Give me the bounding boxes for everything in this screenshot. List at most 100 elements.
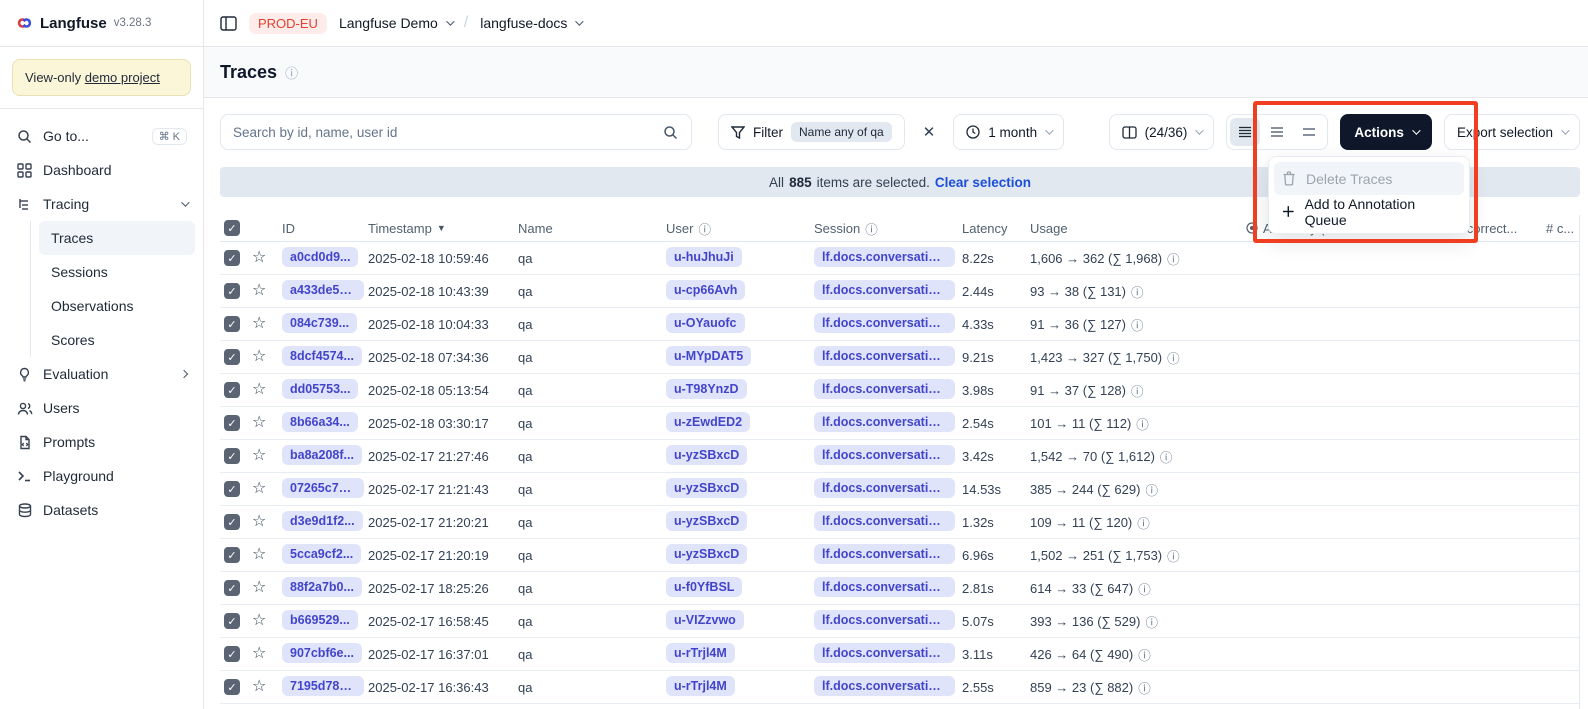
row-checkbox[interactable]: ✓ [224,481,240,497]
view-only-project-link[interactable]: demo project [85,70,160,85]
trace-id-badge[interactable]: 8b66a34... [282,412,358,432]
bookmark-star-icon[interactable]: ☆ [252,646,266,662]
bookmark-star-icon[interactable]: ☆ [252,448,266,464]
goto-search[interactable]: Go to... ⌘ K [8,119,195,153]
bookmark-star-icon[interactable]: ☆ [252,349,266,365]
user-badge[interactable]: u-rTrjl4M [666,643,735,663]
menu-item-add-to-annotation-queue[interactable]: Add to Annotation Queue [1274,195,1464,228]
filter-button[interactable]: Filter Name any of qa [718,114,905,150]
clear-selection-link[interactable]: Clear selection [935,175,1031,190]
row-checkbox[interactable]: ✓ [224,679,240,695]
bookmark-star-icon[interactable]: ☆ [252,580,266,596]
session-badge[interactable]: lf.docs.conversation... [814,247,955,267]
column-visibility-button[interactable]: (24/36) [1109,114,1215,150]
select-all-checkbox[interactable]: ✓ [224,220,240,236]
trace-id-badge[interactable]: 907cbf6e... [282,643,362,663]
info-icon[interactable]: ⓘ [1131,282,1144,301]
info-icon[interactable]: ⓘ [1131,315,1144,334]
user-badge[interactable]: u-T98YnzD [666,379,747,399]
user-badge[interactable]: u-yzSBxcD [666,511,747,531]
row-checkbox[interactable]: ✓ [224,613,240,629]
info-icon[interactable]: ⓘ [1131,381,1144,400]
bookmark-star-icon[interactable]: ☆ [252,679,266,695]
bookmark-star-icon[interactable]: ☆ [252,316,266,332]
user-badge[interactable]: u-yzSBxcD [666,478,747,498]
user-badge[interactable]: u-cp66Avh [666,280,745,300]
trace-id-badge[interactable]: ba8a208f... [282,445,362,465]
session-badge[interactable]: lf.docs.conversation... [814,478,955,498]
sidebar-item-dashboard[interactable]: Dashboard [8,153,195,187]
session-badge[interactable]: lf.docs.conversation... [814,412,955,432]
trace-id-badge[interactable]: 084c739... [282,313,357,333]
bookmark-star-icon[interactable]: ☆ [252,415,266,431]
row-checkbox[interactable]: ✓ [224,514,240,530]
row-checkbox[interactable]: ✓ [224,580,240,596]
project-switcher[interactable]: langfuse-docs [480,15,581,31]
session-badge[interactable]: lf.docs.conversation... [814,445,955,465]
sidebar-item-datasets[interactable]: Datasets [8,493,195,527]
bookmark-star-icon[interactable]: ☆ [252,514,266,530]
user-badge[interactable]: u-f0YfBSL [666,577,742,597]
row-height-large-button[interactable] [1294,118,1324,146]
row-checkbox[interactable]: ✓ [224,547,240,563]
org-switcher[interactable]: Langfuse Demo [339,15,452,31]
sidebar-item-sessions[interactable]: Sessions [39,255,195,289]
trace-id-badge[interactable]: dd05753... [282,379,358,399]
sidebar-toggle-icon[interactable] [220,15,237,32]
row-checkbox[interactable]: ✓ [224,646,240,662]
bookmark-star-icon[interactable]: ☆ [252,250,266,266]
session-badge[interactable]: lf.docs.conversation.... [814,643,955,663]
info-icon[interactable]: ⓘ [1138,678,1151,697]
session-badge[interactable]: lf.docs.conversation... [814,313,955,333]
search-icon[interactable] [662,124,679,141]
row-checkbox[interactable]: ✓ [224,250,240,266]
user-badge[interactable]: u-yzSBxcD [666,544,747,564]
actions-button[interactable]: Actions [1340,114,1432,150]
row-height-medium-button[interactable] [1262,118,1292,146]
session-badge[interactable]: lf.docs.conversation... [814,577,955,597]
search-box[interactable] [220,114,692,150]
sidebar-item-prompts[interactable]: Prompts [8,425,195,459]
trace-id-badge[interactable]: 88f2a7b0... [282,577,362,597]
sidebar-item-scores[interactable]: Scores [39,323,195,357]
info-icon[interactable]: ⓘ [1136,414,1149,433]
menu-item-delete-traces[interactable]: Delete Traces [1274,162,1464,195]
trace-id-badge[interactable]: 5cca9cf2... [282,544,361,564]
sidebar-item-tracing[interactable]: Tracing [8,187,195,221]
bookmark-star-icon[interactable]: ☆ [252,481,266,497]
sidebar-item-evaluation[interactable]: Evaluation [8,357,195,391]
bookmark-star-icon[interactable]: ☆ [252,382,266,398]
info-icon[interactable]: ⓘ [1145,612,1158,631]
view-only-banner[interactable]: View-only demo project [12,59,191,96]
trace-id-badge[interactable]: 07265c7a... [282,478,364,498]
row-checkbox[interactable]: ✓ [224,349,240,365]
info-icon[interactable]: ⓘ [1138,645,1151,664]
info-icon[interactable]: ⓘ [1160,447,1173,466]
header-user[interactable]: Userⓘ [666,219,814,238]
user-badge[interactable]: u-zEwdED2 [666,412,750,432]
export-selection-button[interactable]: Export selection [1444,114,1580,150]
user-badge[interactable]: u-huJhuJi [666,247,742,267]
user-badge[interactable]: u-yzSBxcD [666,445,747,465]
session-badge[interactable]: lf.docs.conversation... [814,511,955,531]
sidebar-item-users[interactable]: Users [8,391,195,425]
bookmark-star-icon[interactable]: ☆ [252,613,266,629]
info-icon[interactable]: ⓘ [1167,249,1180,268]
info-icon[interactable]: ⓘ [1137,513,1150,532]
row-checkbox[interactable]: ✓ [224,448,240,464]
row-checkbox[interactable]: ✓ [224,382,240,398]
header-session[interactable]: Sessionⓘ [814,219,962,238]
info-icon[interactable]: ⓘ [1167,546,1180,565]
session-badge[interactable]: lf.docs.conversation.... [814,676,955,696]
trace-id-badge[interactable]: a0cd0d9... [282,247,358,267]
session-badge[interactable]: lf.docs.conversation... [814,544,955,564]
sidebar-item-observations[interactable]: Observations [39,289,195,323]
header-score-extra[interactable]: # c... [1546,221,1576,236]
session-badge[interactable]: lf.docs.conversation.... [814,346,955,366]
session-badge[interactable]: lf.docs.conversation... [814,610,955,630]
header-timestamp[interactable]: Timestamp▼ [368,221,518,236]
time-range-button[interactable]: 1 month [953,114,1064,150]
clear-filter-button[interactable]: ✕ [917,123,942,141]
trace-id-badge[interactable]: 7195d78e... [282,676,364,696]
row-height-small-button[interactable] [1230,118,1260,146]
